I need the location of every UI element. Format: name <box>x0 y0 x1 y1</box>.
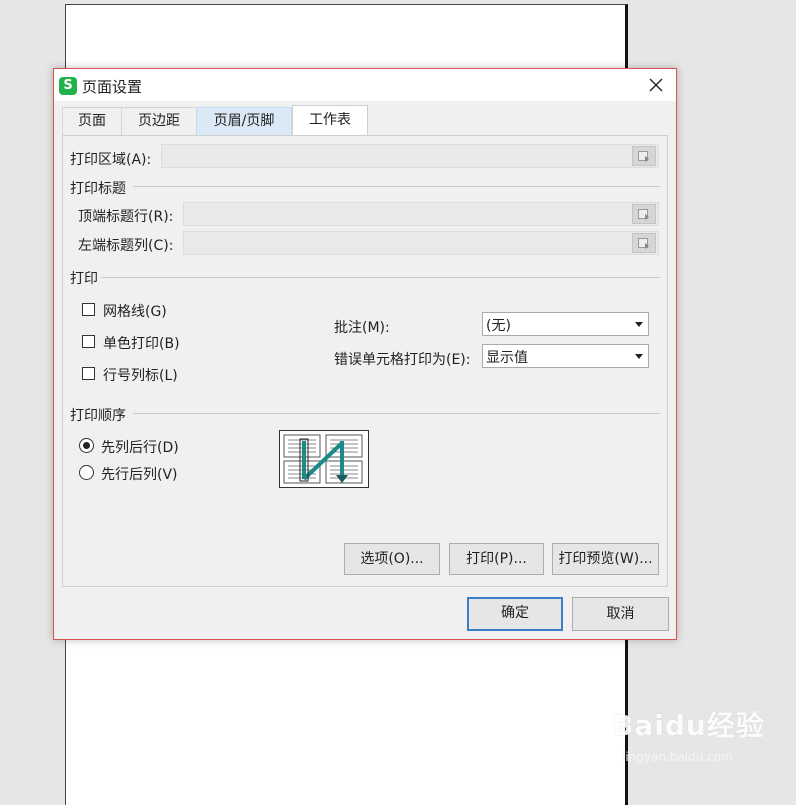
dialog-title: 页面设置 <box>82 78 143 96</box>
gridlines-checkbox[interactable] <box>82 303 95 316</box>
over-then-down-label: 先行后列(V) <box>101 467 178 483</box>
left-cols-input[interactable] <box>183 231 659 255</box>
gridlines-label: 网格线(G) <box>103 304 167 320</box>
down-then-over-label: 先列后行(D) <box>101 440 179 456</box>
watermark-brand: Baidu经验 <box>612 709 765 742</box>
errors-select-value: 显示值 <box>486 350 528 366</box>
print-preview-button[interactable]: 打印预览(W)... <box>552 543 659 575</box>
print-area-range-picker[interactable] <box>632 146 656 166</box>
errors-select[interactable]: 显示值 <box>482 344 649 368</box>
top-rows-label: 顶端标题行(R): <box>78 209 174 225</box>
left-cols-range-picker[interactable] <box>632 233 656 253</box>
print-divider <box>101 277 660 278</box>
row-col-headers-checkbox[interactable] <box>82 367 95 380</box>
dialog-titlebar: S 页面设置 <box>54 69 676 101</box>
watermark-url: jingyan.baidu.com <box>622 750 733 764</box>
sheet-tab-panel: 打印区域(A): 打印标题 顶端标题行(R): 左端标题列(C): 打印 网格线… <box>62 135 668 587</box>
top-rows-input[interactable] <box>183 202 659 226</box>
print-area-label: 打印区域(A): <box>70 152 152 168</box>
comments-select-value: (无) <box>486 318 511 334</box>
chevron-down-icon <box>635 322 643 327</box>
errors-label: 错误单元格打印为(E): <box>334 352 471 368</box>
print-heading: 打印 <box>70 271 98 287</box>
mono-print-label: 单色打印(B) <box>103 336 180 352</box>
print-titles-divider <box>133 186 660 187</box>
tab-page[interactable]: 页面 <box>62 107 122 135</box>
top-rows-range-picker[interactable] <box>632 204 656 224</box>
tab-margins[interactable]: 页边距 <box>121 107 197 135</box>
over-then-down-radio[interactable] <box>79 465 94 480</box>
baidu-jingyan-watermark: Baidu经验 jingyan.baidu.com <box>612 704 765 764</box>
mono-print-checkbox[interactable] <box>82 335 95 348</box>
down-then-over-radio[interactable] <box>79 438 94 453</box>
page-setup-dialog: S 页面设置 页面 页边距 页眉/页脚 工作表 打印区域(A): 打印标题 顶端… <box>53 68 677 640</box>
print-area-input[interactable] <box>161 144 659 168</box>
tab-header-footer[interactable]: 页眉/页脚 <box>196 107 292 135</box>
print-button[interactable]: 打印(P)... <box>449 543 544 575</box>
comments-select[interactable]: (无) <box>482 312 649 336</box>
comments-label: 批注(M): <box>334 320 390 336</box>
cancel-button[interactable]: 取消 <box>572 597 669 631</box>
print-titles-heading: 打印标题 <box>70 181 126 197</box>
app-logo-icon: S <box>59 77 77 95</box>
print-order-preview <box>279 430 369 488</box>
page-order-icon <box>283 434 363 484</box>
close-icon <box>649 78 663 92</box>
close-button[interactable] <box>644 73 668 97</box>
chevron-down-icon <box>635 354 643 359</box>
row-col-headers-label: 行号列标(L) <box>103 368 178 384</box>
print-order-heading: 打印顺序 <box>70 408 126 424</box>
ok-button[interactable]: 确定 <box>467 597 563 631</box>
tab-sheet[interactable]: 工作表 <box>292 105 368 135</box>
options-button[interactable]: 选项(O)... <box>344 543 440 575</box>
print-order-divider <box>133 413 660 414</box>
left-cols-label: 左端标题列(C): <box>78 238 174 254</box>
